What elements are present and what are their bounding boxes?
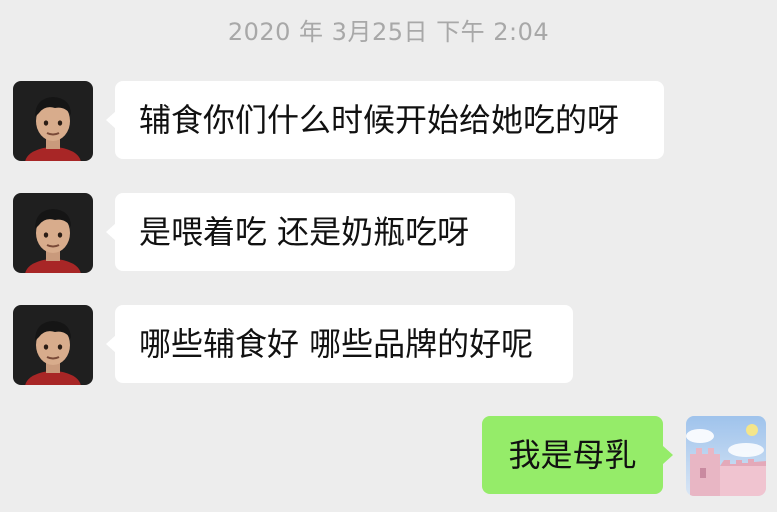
message-bubble-outgoing[interactable]: 我是母乳	[482, 416, 663, 494]
message-bubble-incoming[interactable]: 是喂着吃 还是奶瓶吃呀	[115, 193, 515, 271]
cartoon-boy-avatar-icon	[13, 193, 93, 273]
bubble-tail	[663, 446, 673, 464]
contact-avatar[interactable]	[13, 305, 93, 385]
message-bubble-incoming[interactable]: 辅食你们什么时候开始给她吃的呀	[115, 81, 664, 159]
cartoon-boy-avatar-icon	[13, 305, 93, 385]
message-text: 辅食你们什么时候开始给她吃的呀	[139, 101, 620, 139]
message-text: 我是母乳	[508, 436, 637, 474]
contact-avatar[interactable]	[13, 193, 93, 273]
message-text: 是喂着吃 还是奶瓶吃呀	[139, 213, 470, 251]
chat-timestamp: 2020 年 3月25日 下午 2:04	[227, 18, 550, 46]
message-text: 哪些辅食好 哪些品牌的好呢	[139, 325, 534, 363]
pink-castle-avatar-icon	[686, 416, 766, 496]
self-avatar[interactable]	[686, 416, 766, 496]
message-bubble-incoming[interactable]: 哪些辅食好 哪些品牌的好呢	[115, 305, 573, 383]
cartoon-boy-avatar-icon	[13, 81, 93, 161]
contact-avatar[interactable]	[13, 81, 93, 161]
